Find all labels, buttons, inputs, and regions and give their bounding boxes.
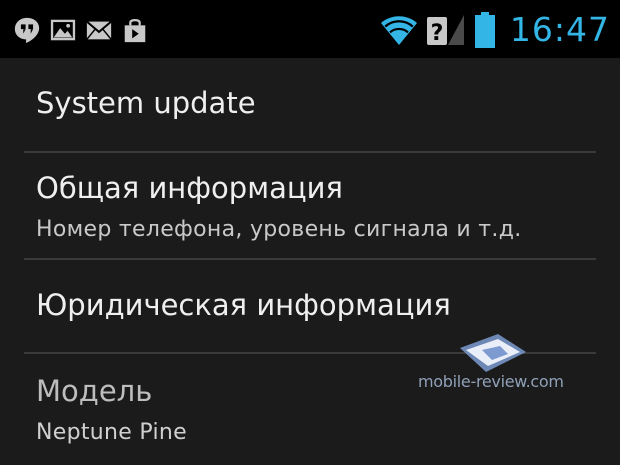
item-title: Общая информация — [36, 171, 343, 205]
gallery-icon — [50, 19, 76, 41]
item-title: Модель — [36, 374, 153, 408]
system-icons: ? 16:47 — [380, 8, 610, 52]
watermark-logo-icon — [460, 334, 526, 372]
svg-text:?: ? — [431, 21, 444, 46]
shopping-bag-icon — [124, 18, 146, 43]
item-summary: Номер телефона, уровень сигнала и т.д. — [36, 217, 522, 242]
notification-icons — [12, 14, 150, 46]
general-info-item[interactable]: Общая информация Номер телефона, уровень… — [0, 153, 620, 259]
item-title: System update — [36, 86, 256, 120]
watermark: mobile-review.com — [412, 330, 564, 400]
watermark-text: mobile-review.com — [418, 372, 564, 391]
clock: 16:47 — [509, 10, 610, 49]
mail-icon — [86, 20, 112, 40]
wifi-icon — [380, 16, 417, 45]
status-bar: ? 16:47 — [0, 0, 620, 58]
item-title: Юридическая информация — [36, 288, 451, 322]
no-sim-icon: ? — [426, 15, 464, 46]
item-summary: Neptune Pine — [36, 420, 187, 445]
system-update-item[interactable]: System update — [0, 58, 620, 152]
hangouts-icon — [14, 17, 40, 44]
battery-icon — [474, 12, 495, 48]
